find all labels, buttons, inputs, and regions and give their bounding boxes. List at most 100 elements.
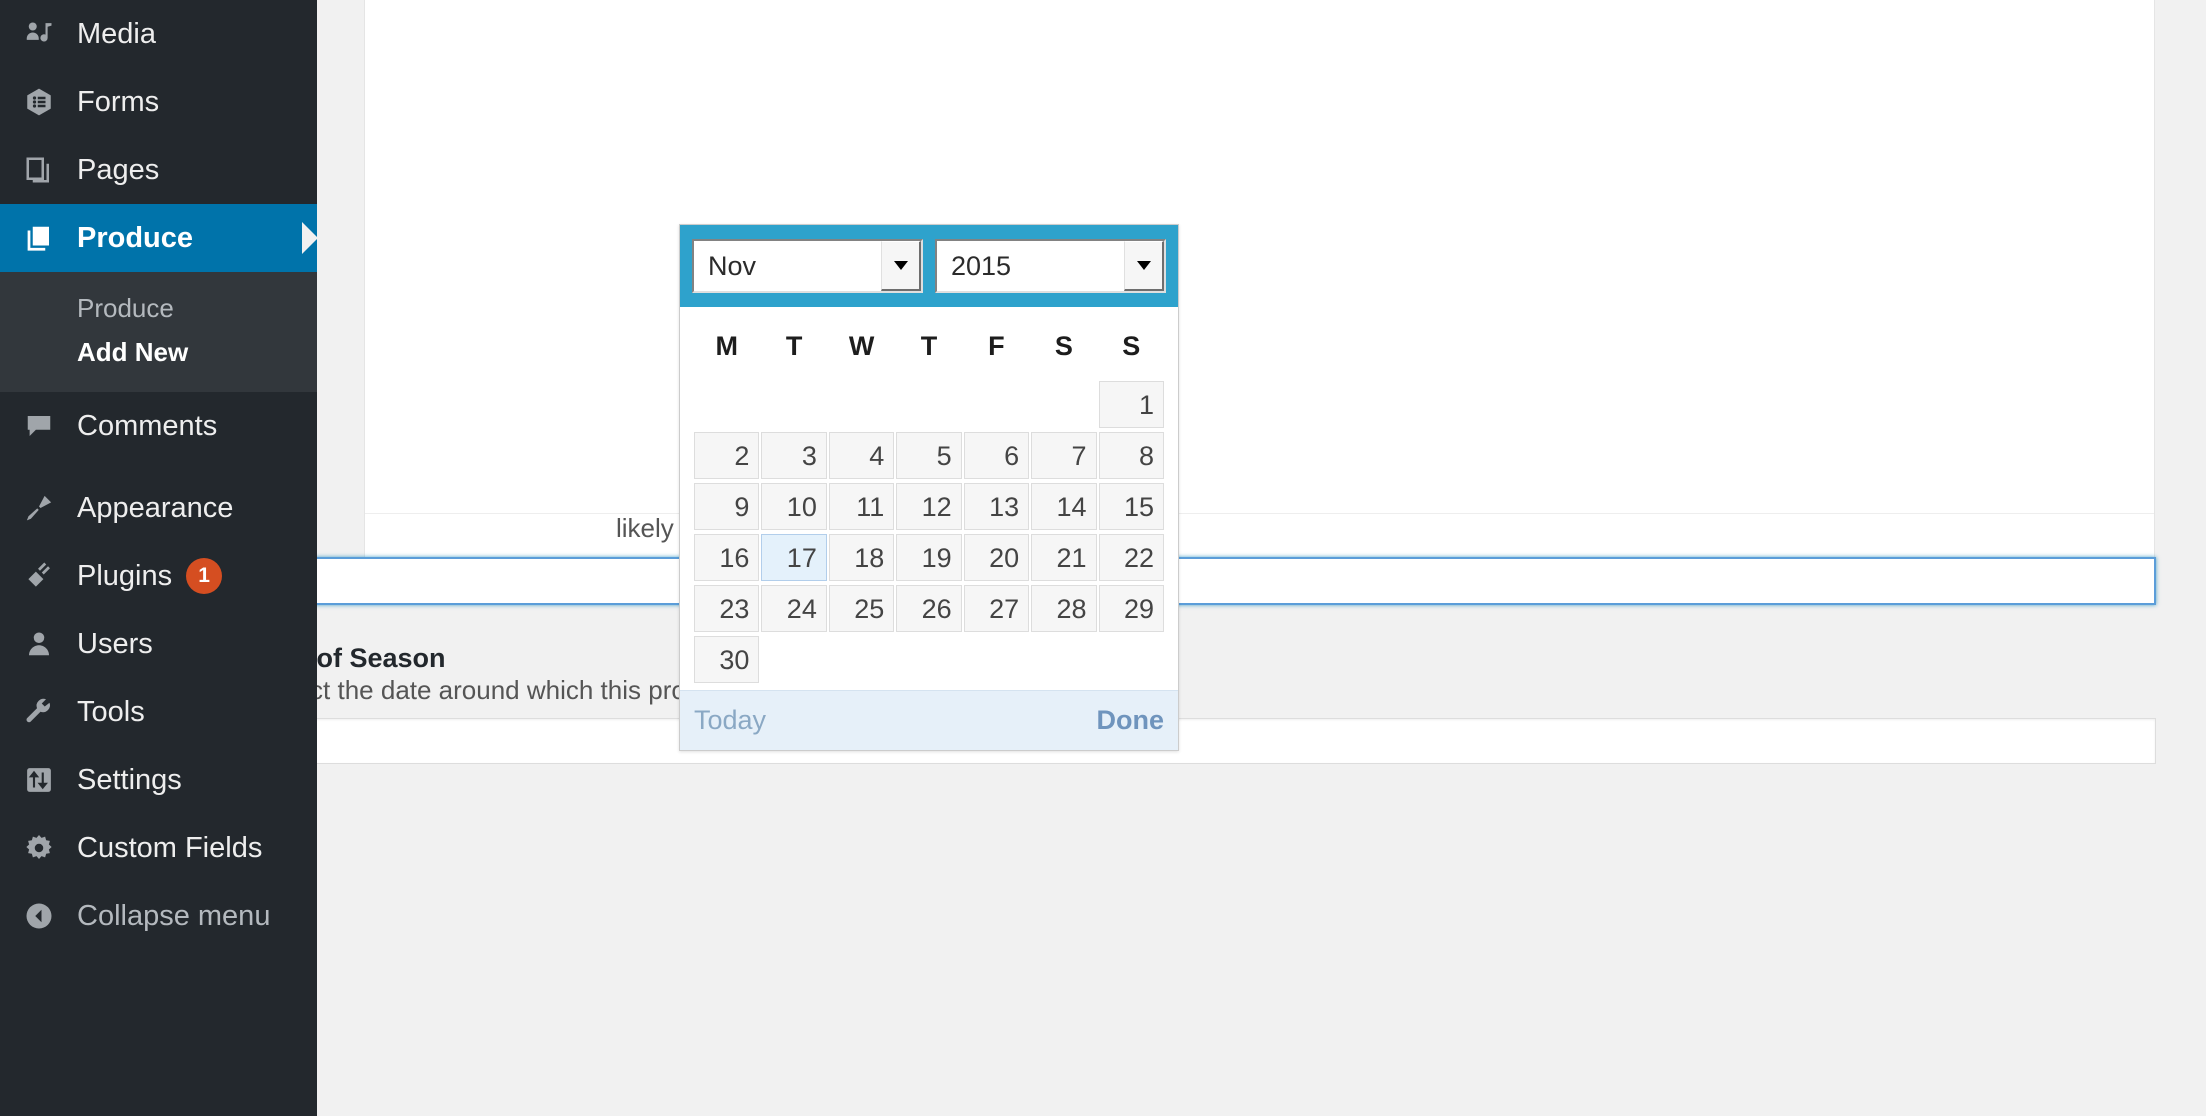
datepicker-month-select[interactable]: Nov (692, 239, 923, 293)
sidebar-item-label: Tools (77, 695, 145, 728)
datepicker-day-cell[interactable]: 21 (1031, 533, 1097, 582)
collapse-icon (14, 901, 64, 931)
sidebar-item-settings[interactable]: Settings (0, 746, 317, 814)
datepicker-day-cell[interactable]: 20 (963, 533, 1030, 582)
sidebar-item-pages[interactable]: Pages (0, 136, 317, 204)
main-content: likely to become available. End of Seaso… (258, 0, 2206, 1116)
datepicker-day-link[interactable]: 24 (761, 585, 827, 632)
datepicker-day-cell[interactable]: 3 (761, 431, 827, 480)
datepicker-day-link[interactable]: 28 (1031, 585, 1097, 632)
datepicker-calendar: M T W T F S S 1 2 3 4 5 6 7 8 9 10 11 12 13 14 15 16 17 1… (680, 307, 1178, 690)
datepicker-day-cell[interactable]: 15 (1098, 482, 1164, 531)
weekday-header: M (715, 331, 738, 361)
datepicker-year-select[interactable]: 2015 (935, 239, 1166, 293)
datepicker-day-link[interactable]: 25 (828, 585, 895, 632)
datepicker-day-link[interactable]: 2 (694, 432, 760, 479)
datepicker-day-link[interactable]: 3 (761, 432, 827, 479)
plugins-update-badge: 1 (186, 558, 223, 594)
chevron-down-icon[interactable] (1124, 241, 1164, 291)
datepicker-day-link[interactable]: 9 (694, 483, 760, 530)
datepicker-day-cell[interactable]: 6 (963, 431, 1030, 480)
datepicker-day-cell[interactable]: 13 (963, 482, 1030, 531)
datepicker-today-button[interactable]: Today (694, 705, 766, 736)
datepicker-day-link[interactable]: 15 (1098, 483, 1164, 530)
datepicker-day-cell[interactable]: 1 (1098, 380, 1164, 429)
datepicker-day-cell[interactable]: 18 (828, 533, 895, 582)
datepicker-day-link[interactable]: 11 (828, 483, 895, 530)
datepicker-day-link[interactable]: 8 (1098, 432, 1164, 479)
datepicker-empty-cell (761, 380, 826, 429)
datepicker-day-cell[interactable]: 11 (828, 482, 895, 531)
sidebar-item-collapse-menu[interactable]: Collapse menu (0, 882, 317, 950)
datepicker-day-cell[interactable]: 10 (761, 482, 827, 531)
datepicker-day-cell[interactable]: 14 (1031, 482, 1097, 531)
datepicker-day-link[interactable]: 13 (963, 483, 1030, 530)
weekday-header: F (988, 331, 1005, 361)
sidebar-item-produce[interactable]: Produce (0, 204, 318, 272)
datepicker-day-link[interactable]: 14 (1031, 483, 1097, 530)
sidebar-item-label: Users (77, 627, 153, 660)
sidebar-item-label: Produce (77, 221, 194, 254)
datepicker-day-cell[interactable]: 29 (1098, 584, 1164, 633)
datepicker-day-link[interactable]: 1 (1098, 381, 1164, 428)
datepicker-day-cell[interactable]: 30 (694, 635, 760, 684)
end-of-season-input[interactable] (258, 718, 2156, 764)
datepicker-day-cell[interactable]: 23 (694, 584, 760, 633)
datepicker-day-cell[interactable]: 2 (694, 431, 760, 480)
datepicker[interactable]: Nov 2015 M T W T F S S 1 2 3 4 5 6 7 8 9… (679, 224, 1179, 751)
datepicker-empty-cell (1031, 380, 1096, 429)
datepicker-day-cell[interactable]: 22 (1098, 533, 1164, 582)
datepicker-empty-cell (694, 380, 759, 429)
datepicker-day-cell[interactable]: 12 (896, 482, 962, 531)
sidebar-item-plugins[interactable]: Plugins 1 (0, 542, 317, 610)
sidebar-item-users[interactable]: Users (0, 610, 317, 678)
datepicker-day-cell[interactable]: 8 (1098, 431, 1164, 480)
sidebar-item-comments[interactable]: Comments (0, 392, 317, 460)
datepicker-day-link[interactable]: 5 (896, 432, 962, 479)
datepicker-day-link[interactable]: 26 (896, 585, 962, 632)
datepicker-day-cell[interactable]: 17 (761, 533, 827, 582)
datepicker-day-link[interactable]: 23 (694, 585, 760, 632)
datepicker-month-value: Nov (708, 250, 757, 281)
datepicker-day-link[interactable]: 18 (828, 534, 895, 581)
sidebar-item-forms[interactable]: Forms (0, 68, 317, 136)
datepicker-day-link[interactable]: 20 (963, 534, 1030, 581)
start-of-season-input[interactable] (258, 557, 2156, 605)
submenu-item-produce[interactable]: Produce (0, 286, 317, 330)
datepicker-empty-cell (896, 380, 961, 429)
datepicker-done-button[interactable]: Done (1097, 705, 1165, 736)
datepicker-day-cell[interactable]: 28 (1031, 584, 1097, 633)
datepicker-day-link[interactable]: 27 (963, 585, 1030, 632)
datepicker-year-value: 2015 (951, 250, 1012, 281)
datepicker-day-cell[interactable]: 16 (694, 533, 760, 582)
datepicker-day-cell[interactable]: 4 (828, 431, 895, 480)
sidebar-item-media[interactable]: Media (0, 0, 317, 68)
datepicker-day-cell[interactable]: 25 (828, 584, 895, 633)
datepicker-day-link[interactable]: 21 (1031, 534, 1097, 581)
submenu-item-add-new[interactable]: Add New (0, 330, 317, 374)
datepicker-week-row: 2345678 (694, 431, 1164, 480)
datepicker-day-link[interactable]: 19 (896, 534, 962, 581)
sidebar-item-custom-fields[interactable]: Custom Fields (0, 814, 317, 882)
datepicker-day-cell[interactable]: 26 (896, 584, 962, 633)
datepicker-day-cell[interactable]: 5 (896, 431, 962, 480)
sidebar-item-tools[interactable]: Tools (0, 678, 317, 746)
chevron-down-icon[interactable] (881, 241, 921, 291)
sidebar-item-appearance[interactable]: Appearance (0, 474, 317, 542)
datepicker-day-cell[interactable]: 19 (896, 533, 962, 582)
datepicker-day-link[interactable]: 22 (1098, 534, 1164, 581)
datepicker-day-cell[interactable]: 7 (1031, 431, 1097, 480)
datepicker-day-link[interactable]: 10 (761, 483, 827, 530)
datepicker-day-link[interactable]: 4 (828, 432, 895, 479)
datepicker-day-cell[interactable]: 27 (963, 584, 1030, 633)
datepicker-day-link[interactable]: 30 (694, 636, 760, 683)
datepicker-day-link[interactable]: 17 (761, 534, 827, 581)
datepicker-week-row: 23 24 25 26 27 28 29 (694, 584, 1164, 633)
datepicker-day-link[interactable]: 6 (963, 432, 1030, 479)
datepicker-day-link[interactable]: 12 (896, 483, 962, 530)
datepicker-day-cell[interactable]: 9 (694, 482, 760, 531)
datepicker-day-link[interactable]: 16 (694, 534, 760, 581)
datepicker-day-link[interactable]: 7 (1031, 432, 1097, 479)
datepicker-day-cell[interactable]: 24 (761, 584, 827, 633)
datepicker-day-link[interactable]: 29 (1098, 585, 1164, 632)
